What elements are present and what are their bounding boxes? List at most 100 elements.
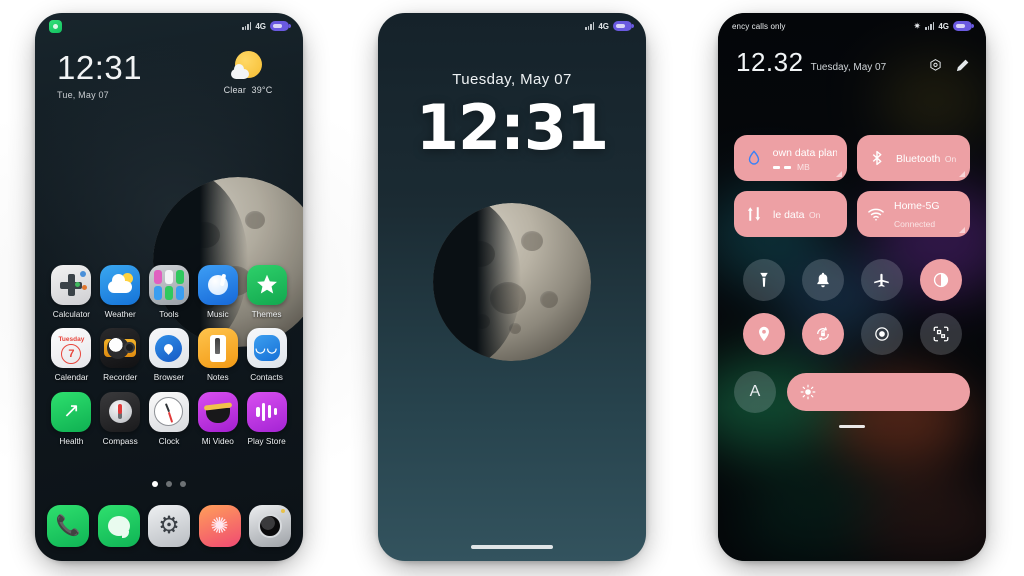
network-type-label: 4G <box>938 21 949 31</box>
home-clock-date: Tue, May 07 <box>57 90 109 100</box>
toggle-ringer[interactable] <box>801 259 844 301</box>
tile-subtitle: On <box>808 210 821 220</box>
home-clock-time: 12:31 <box>57 49 143 86</box>
app-label: Music <box>206 309 229 319</box>
app-label: Tools <box>159 309 179 319</box>
app-label: Recorder <box>103 372 138 383</box>
page-dot-1[interactable] <box>152 481 158 487</box>
dark-mode-icon <box>933 272 948 288</box>
screenshot-stage: 4G 12:31 Tue, May 07 Clear 39°C Calculat… <box>0 0 1024 576</box>
status-bar: 4G <box>378 13 646 39</box>
sun-behind-cloud-icon <box>231 51 265 81</box>
tile-title: Bluetooth <box>896 153 941 165</box>
app-browser[interactable]: Browser <box>145 328 194 382</box>
tile-subtitle: Connected <box>894 219 936 229</box>
page-dot-2[interactable] <box>166 481 172 487</box>
toggle-rotation-lock[interactable] <box>801 313 844 355</box>
calendar-icon: Tuesday 7 <box>51 328 92 369</box>
moon-crater <box>540 291 559 309</box>
carrier-label: ency calls only <box>732 21 786 31</box>
themes-icon <box>246 265 287 305</box>
app-label: Browser <box>153 372 185 383</box>
app-label: Compass <box>102 435 138 446</box>
data-drop-icon <box>744 149 764 167</box>
home-weather-widget[interactable]: Clear 39°C <box>209 51 287 95</box>
dock-item-camera[interactable] <box>249 505 291 547</box>
toggle-location[interactable] <box>742 313 785 355</box>
home-indicator[interactable] <box>471 545 553 549</box>
app-label: Contacts <box>250 372 283 383</box>
quick-toggles <box>734 259 970 355</box>
lock-screen: 4G Tuesday, May 07 12:31 <box>378 13 646 561</box>
app-mi-video[interactable]: Mi Video <box>193 391 242 446</box>
wifi-icon <box>867 205 885 223</box>
toggle-flashlight[interactable] <box>742 259 785 301</box>
settings-icon[interactable] <box>928 58 943 73</box>
phone-icon: 📞 <box>47 505 89 547</box>
app-contacts[interactable]: ◡◡ Contacts <box>242 328 291 382</box>
app-themes[interactable]: Themes <box>242 265 291 319</box>
moon-crater <box>521 231 544 252</box>
dock-item-phone[interactable]: 📞 <box>47 505 89 547</box>
page-dot-3[interactable] <box>180 481 186 487</box>
folder-tools-icon <box>148 265 189 305</box>
home-clock-widget[interactable]: 12:31 Tue, May 07 <box>57 51 142 100</box>
app-music[interactable]: Music <box>193 265 242 319</box>
compass-icon <box>100 391 141 432</box>
tile-wifi[interactable]: Home-5G Connected <box>857 191 970 237</box>
app-health[interactable]: ↗ Health <box>47 391 96 446</box>
airplane-icon <box>873 273 889 287</box>
bluetooth-icon <box>867 149 887 167</box>
dock-item-settings[interactable]: ⚙ <box>148 505 190 547</box>
notification-dot-icon[interactable] <box>49 19 62 33</box>
tile-bluetooth[interactable]: Bluetooth On <box>857 135 970 181</box>
brightness-row: A <box>734 371 970 413</box>
dock-item-mi-store[interactable]: ✺ <box>198 505 241 547</box>
tile-mobile-data[interactable]: le data On <box>734 191 847 237</box>
phone-bezel: ency calls only ✷ 4G 12.32 Tuesday, May … <box>718 13 986 561</box>
flashlight-icon <box>759 272 768 287</box>
app-notes[interactable]: Notes <box>193 328 242 382</box>
recorder-icon <box>100 328 141 369</box>
toggle-dark-mode[interactable] <box>919 259 962 301</box>
tile-expand-corner-icon[interactable] <box>836 171 842 177</box>
tile-data-plan[interactable]: own data plan MB <box>734 135 847 181</box>
toggle-scan-qr[interactable] <box>919 313 962 355</box>
dock: 📞 ⚙ ✺ <box>47 505 291 547</box>
app-calendar[interactable]: Tuesday 7 Calendar <box>47 328 96 382</box>
bluetooth-icon: ✷ <box>913 20 921 31</box>
tile-expand-corner-icon[interactable] <box>959 227 965 233</box>
app-weather[interactable]: Weather <box>96 265 145 319</box>
app-grid: Calculator Weather Tools Music Themes Tu… <box>47 265 291 446</box>
moon-crater <box>244 211 265 230</box>
auto-brightness-button[interactable]: A <box>734 371 776 413</box>
browser-icon <box>148 328 189 369</box>
app-label: Health <box>59 435 84 446</box>
edit-pencil-icon[interactable] <box>955 58 970 73</box>
dock-item-messages[interactable] <box>97 505 140 547</box>
brightness-slider[interactable] <box>787 373 970 411</box>
app-tools[interactable]: Tools <box>145 265 194 319</box>
drag-handle[interactable] <box>839 425 865 428</box>
app-label: Notes <box>206 372 229 383</box>
app-recorder[interactable]: Recorder <box>96 328 145 382</box>
rotation-lock-icon <box>816 327 829 341</box>
weather-summary: Clear 39°C <box>209 85 287 95</box>
record-icon <box>874 327 889 341</box>
app-play-store[interactable]: Play Store <box>242 391 291 446</box>
health-icon: ↗ <box>51 391 92 432</box>
lock-screen-time: 12:31 <box>415 91 609 164</box>
control-center-header: 12.32 Tuesday, May 07 <box>736 49 970 75</box>
toggle-airplane-mode[interactable] <box>860 259 903 301</box>
weather-icon <box>100 265 141 305</box>
tile-subtitle: MB <box>772 162 837 173</box>
tile-expand-corner-icon[interactable] <box>959 171 965 177</box>
page-indicator[interactable] <box>35 481 303 487</box>
app-clock[interactable]: Clock <box>145 391 194 446</box>
battery-icon <box>613 21 634 31</box>
app-calculator[interactable]: Calculator <box>47 265 96 319</box>
app-compass[interactable]: Compass <box>96 391 145 446</box>
toggle-screen-record[interactable] <box>860 313 903 355</box>
control-center-date: Tuesday, May 07 <box>810 62 887 73</box>
app-label: Calculator <box>52 309 91 319</box>
